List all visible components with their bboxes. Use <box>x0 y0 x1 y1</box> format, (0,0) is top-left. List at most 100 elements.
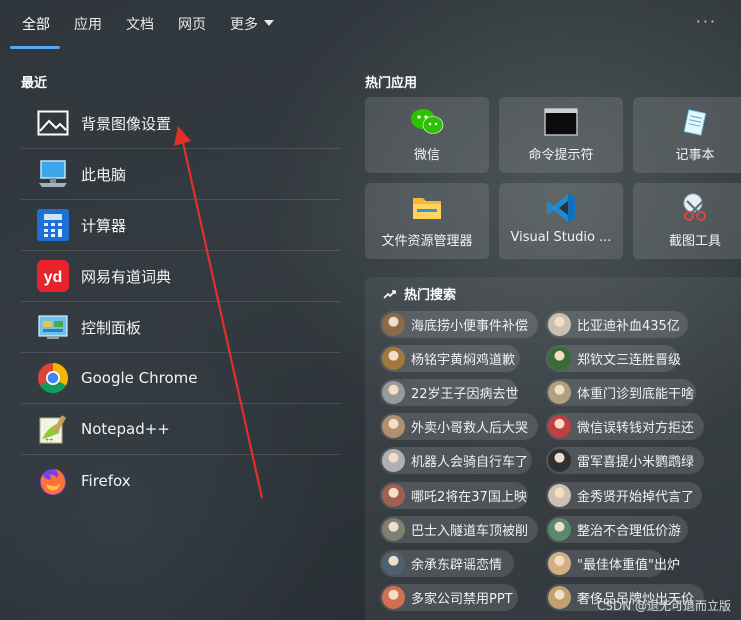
caret-down-icon <box>264 20 274 26</box>
snipping-tool-icon <box>678 193 712 223</box>
avatar <box>382 415 405 438</box>
app-tile-label: 文件资源管理器 <box>381 234 473 249</box>
avatar <box>548 552 571 575</box>
hot-search-chip[interactable]: 雷军喜提小米鹦鹉绿 <box>546 447 704 474</box>
app-tile-snipping-tool[interactable]: 截图工具 <box>633 183 741 259</box>
recent-item-chrome[interactable]: Google Chrome <box>21 353 340 404</box>
avatar <box>382 484 405 507</box>
tab-more[interactable]: 更多 <box>230 14 274 36</box>
hot-search-text: 郑钦文三连胜晋级 <box>577 353 682 368</box>
hot-search-chip[interactable]: 机器人会骑自行车了 <box>380 447 532 474</box>
hot-search-chip[interactable]: 多家公司禁用PPT <box>380 584 518 611</box>
recent-item-label: 网易有道词典 <box>81 267 172 286</box>
hot-search-text: 雷军喜提小米鹦鹉绿 <box>577 455 695 470</box>
notepad-plus-icon: ++ <box>36 412 70 446</box>
app-tile-label: 记事本 <box>675 148 715 163</box>
hot-search-text: 海底捞小便事件补偿 <box>411 319 529 334</box>
trending-icon <box>383 289 396 299</box>
app-tile-notepad[interactable]: 记事本 <box>633 97 741 173</box>
chrome-icon <box>36 361 70 395</box>
hot-search-text: 外卖小哥救人后大哭 <box>411 421 529 436</box>
avatar <box>548 381 571 404</box>
hot-search-text: 体重门诊到底能干啥 <box>577 387 695 402</box>
hot-search-chip[interactable]: 海底捞小便事件补偿 <box>380 311 538 338</box>
tab-all[interactable]: 全部 <box>22 14 50 36</box>
recent-item-calculator[interactable]: 计算器 <box>21 200 340 251</box>
recent-item-control-panel[interactable]: 控制面板 <box>21 302 340 353</box>
recent-item-label: 计算器 <box>81 216 127 235</box>
avatar <box>382 381 405 404</box>
active-tab-indicator <box>10 46 60 49</box>
cmd-icon <box>544 107 578 137</box>
app-tile-wechat[interactable]: 微信 <box>365 97 489 173</box>
hot-search-chip[interactable]: 郑钦文三连胜晋级 <box>546 345 682 372</box>
hot-search-text: "最佳体重值"出炉 <box>577 558 680 573</box>
avatar <box>548 313 571 336</box>
recent-item-this-pc[interactable]: 此电脑 <box>21 149 340 200</box>
app-tile-file-explorer[interactable]: 文件资源管理器 <box>365 183 489 259</box>
svg-text:++: ++ <box>45 437 53 444</box>
hot-search-chip[interactable]: 哪吒2将在37国上映 <box>380 482 528 509</box>
hot-search-text: 整治不合理低价游 <box>577 524 682 539</box>
tab-web[interactable]: 网页 <box>178 14 206 36</box>
avatar <box>548 518 571 541</box>
hot-search-chip[interactable]: 22岁王子因病去世 <box>380 379 519 406</box>
notepad-icon <box>678 107 712 137</box>
avatar <box>548 449 571 472</box>
app-tile-label: 命令提示符 <box>528 148 594 163</box>
hot-apps-section-title: 热门应用 <box>365 76 418 91</box>
recent-item-label: 此电脑 <box>81 165 127 184</box>
vscode-icon <box>544 193 578 223</box>
wechat-icon <box>410 107 444 137</box>
hot-search-text: 比亚迪补血435亿 <box>577 319 680 334</box>
avatar <box>382 449 405 472</box>
hot-search-chip[interactable]: 微信误转钱对方拒还 <box>546 413 704 440</box>
hot-search-text: 杨铭宇黄焖鸡道歉 <box>411 353 516 368</box>
file-explorer-icon <box>410 193 444 223</box>
recent-item-notepadpp[interactable]: ++ Notepad++ <box>21 404 340 455</box>
search-panel: 全部 应用 文档 网页 更多 ··· 最近 背景图像设置 此电脑 计算器 yd … <box>0 0 741 620</box>
hot-search-chip[interactable]: 比亚迪补血435亿 <box>546 311 688 338</box>
recent-list: 背景图像设置 此电脑 计算器 yd 网易有道词典 控制面板 Google Chr… <box>21 98 340 506</box>
avatar <box>382 518 405 541</box>
tab-apps[interactable]: 应用 <box>74 14 102 36</box>
hot-search-chip[interactable]: 金秀贤开始掉代言了 <box>546 482 702 509</box>
app-tile-label: 截图工具 <box>668 234 721 249</box>
svg-text:yd: yd <box>44 269 63 286</box>
app-tile-label: Visual Studio ... <box>510 230 612 245</box>
hot-search-chip[interactable]: 整治不合理低价游 <box>546 516 688 543</box>
hot-search-chip[interactable]: 杨铭宇黄焖鸡道歉 <box>380 345 520 372</box>
recent-item-label: 控制面板 <box>81 318 142 337</box>
tab-documents[interactable]: 文档 <box>126 14 154 36</box>
avatar <box>548 415 571 438</box>
avatar <box>382 313 405 336</box>
hot-search-text: 金秀贤开始掉代言了 <box>577 490 695 505</box>
hot-search-text: 微信误转钱对方拒还 <box>577 421 695 436</box>
hot-search-chip[interactable]: 余承东辟谣恋情 <box>380 550 514 577</box>
hot-search-chip[interactable]: 巴士入隧道车顶被削 <box>380 516 538 543</box>
avatar <box>548 484 571 507</box>
hot-search-chip[interactable]: 外卖小哥救人后大哭 <box>380 413 538 440</box>
recent-item-label: Google Chrome <box>81 369 198 387</box>
hot-search-chip[interactable]: "最佳体重值"出炉 <box>546 550 680 577</box>
youdao-dict-icon: yd <box>36 259 70 293</box>
recent-item-background-settings[interactable]: 背景图像设置 <box>21 98 340 149</box>
watermark: CSDN @退无可退而立版 <box>596 599 731 613</box>
recent-item-label: Notepad++ <box>81 420 170 438</box>
firefox-icon <box>36 464 70 498</box>
computer-icon <box>36 157 70 191</box>
hot-search-title: 热门搜索 <box>404 288 457 303</box>
recent-item-youdao[interactable]: yd 网易有道词典 <box>21 251 340 302</box>
app-tile-cmd[interactable]: 命令提示符 <box>499 97 623 173</box>
hot-search-chip[interactable]: 体重门诊到底能干啥 <box>546 379 696 406</box>
hot-search-text: 多家公司禁用PPT <box>411 592 513 607</box>
recent-item-firefox[interactable]: Firefox <box>21 455 340 506</box>
hot-search-text: 余承东辟谣恋情 <box>411 558 503 573</box>
hot-search-header: 热门搜索 <box>383 284 456 303</box>
more-options-icon[interactable]: ··· <box>696 12 717 31</box>
avatar <box>548 347 571 370</box>
hot-search-text: 机器人会骑自行车了 <box>411 455 529 470</box>
recent-section-title: 最近 <box>21 76 48 91</box>
app-tile-vscode[interactable]: Visual Studio ... <box>499 183 623 259</box>
tab-more-label: 更多 <box>230 17 258 33</box>
